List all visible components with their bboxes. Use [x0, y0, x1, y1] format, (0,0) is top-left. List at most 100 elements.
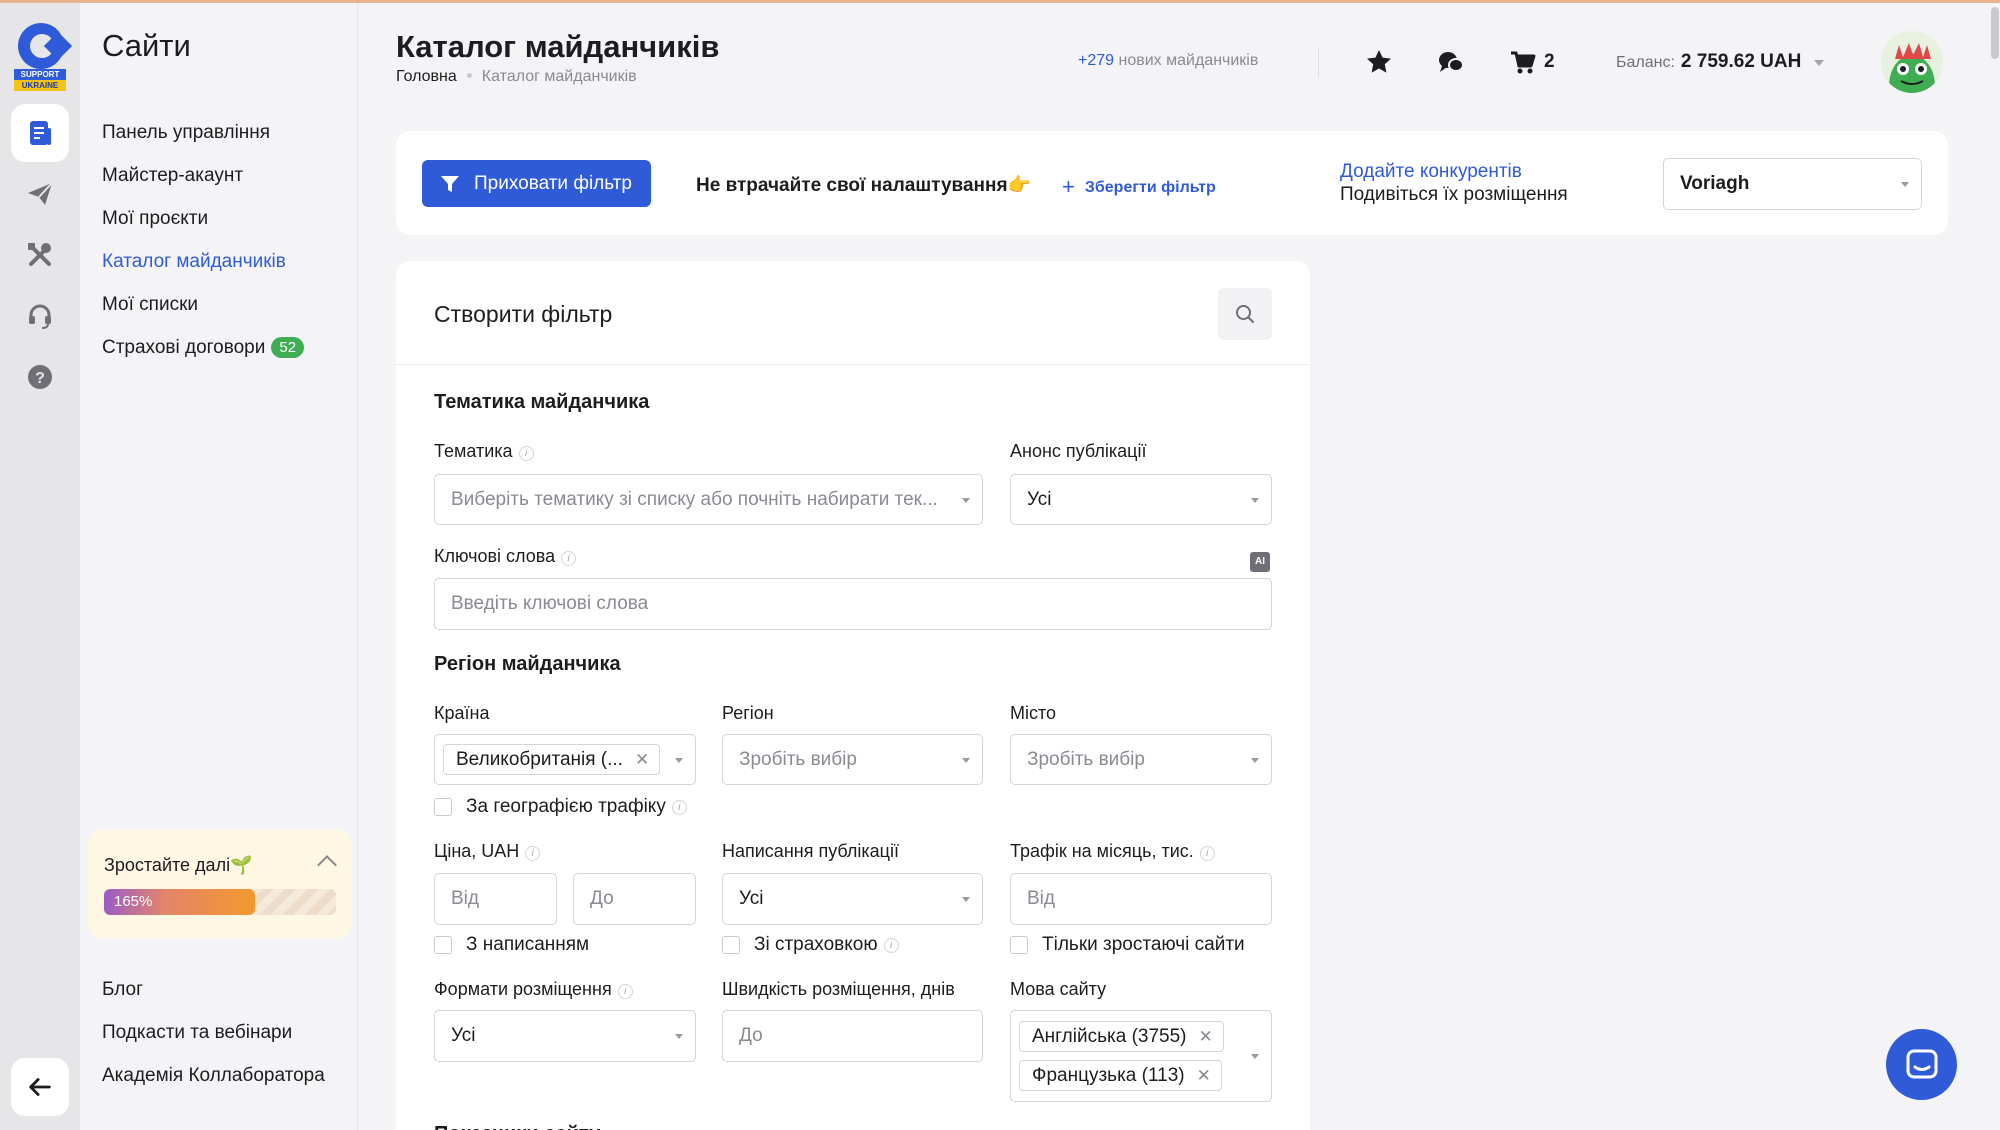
geo-traffic-checkbox[interactable]: За географією трафіку i: [434, 796, 687, 818]
region-select[interactable]: Зробіть вибір: [722, 734, 983, 785]
balance-display[interactable]: Баланс: 2 759.62 UAH: [1616, 51, 1801, 73]
sidebar-item-insurance-contracts[interactable]: Страхові договори 52: [102, 337, 305, 359]
competitors-subtext: Подивіться їх розміщення: [1340, 184, 1568, 205]
topic-label: Тематика i: [434, 441, 534, 462]
info-icon[interactable]: i: [671, 799, 687, 815]
city-select[interactable]: Зробіть вибір: [1010, 734, 1272, 785]
checkbox[interactable]: [722, 936, 740, 954]
growing-sites-checkbox[interactable]: Тільки зростаючі сайти: [1010, 934, 1245, 956]
support-headset-icon[interactable]: [11, 287, 69, 345]
sidebar-item-my-lists[interactable]: Мої списки: [102, 294, 198, 316]
formats-select[interactable]: Усі: [434, 1010, 696, 1062]
save-filter-button[interactable]: + Зберегти фільтр: [1062, 174, 1216, 200]
page-title: Каталог майданчиків: [396, 29, 720, 64]
topic-select[interactable]: Виберіть тематику зі списку або почніть …: [434, 474, 983, 525]
announce-value: Усі: [1027, 488, 1052, 510]
city-placeholder: Зробіть вибір: [1027, 748, 1145, 770]
filter-toolbar: Приховати фільтр Не втрачайте свої налаш…: [396, 131, 1948, 235]
hide-filter-button[interactable]: Приховати фільтр: [422, 160, 651, 207]
info-icon[interactable]: i: [518, 446, 534, 461]
chevron-down-icon: [1251, 757, 1259, 763]
logo[interactable]: SUPPORT UKRAINE: [14, 23, 66, 93]
send-icon[interactable]: [11, 165, 69, 223]
page-scrollbar[interactable]: [1990, 3, 2000, 1130]
section-topic-heading: Тематика майданчика: [434, 391, 650, 413]
sidebar-item-academy[interactable]: Академія Коллаборатора: [102, 1065, 325, 1087]
search-icon: [1236, 305, 1254, 323]
writing-select[interactable]: Усі: [722, 873, 983, 925]
writing-value: Усі: [739, 888, 764, 909]
sidebar-item-podcasts[interactable]: Подкасти та вебінари: [102, 1022, 292, 1044]
checkbox[interactable]: [1010, 936, 1028, 954]
price-from-input[interactable]: Від: [434, 873, 557, 925]
price-label: Ціна, UAH i: [434, 841, 541, 862]
city-label: Місто: [1010, 703, 1057, 723]
sidebar-item-dashboard[interactable]: Панель управління: [102, 122, 270, 144]
filter-icon: [441, 175, 459, 192]
panel-title: Створити фільтр: [434, 301, 613, 327]
add-competitors-link[interactable]: Додайте конкурентів: [1340, 161, 1522, 183]
info-icon[interactable]: i: [525, 846, 541, 861]
chevron-down-icon: [962, 897, 970, 902]
info-icon[interactable]: i: [617, 984, 633, 999]
avatar[interactable]: [1881, 31, 1943, 93]
ai-assist-icon[interactable]: AI: [1250, 552, 1270, 572]
section-heading-partial: Показники сайту: [434, 1123, 600, 1130]
checkbox[interactable]: [434, 798, 452, 816]
checkbox[interactable]: [434, 936, 452, 954]
star-icon[interactable]: [1364, 47, 1394, 77]
count-badge: 52: [271, 337, 305, 358]
sidebar-item-my-projects[interactable]: Мої проєкти: [102, 208, 208, 230]
traffic-label: Трафік на місяць, тис. i: [1010, 841, 1215, 862]
price-to-input[interactable]: До: [573, 873, 696, 925]
breadcrumb-home[interactable]: Головна: [396, 68, 457, 85]
speed-input[interactable]: До: [722, 1010, 983, 1062]
chat-widget-button[interactable]: [1886, 1029, 1957, 1100]
with-insurance-checkbox[interactable]: Зі страховкою i: [722, 934, 899, 956]
scrollbar-thumb[interactable]: [1991, 7, 1999, 59]
project-select[interactable]: Voriagh: [1663, 158, 1922, 210]
announce-select[interactable]: Усі: [1010, 474, 1272, 525]
tools-icon[interactable]: [11, 226, 69, 284]
icon-rail: SUPPORT UKRAINE ?: [0, 3, 80, 1130]
region-label: Регіон: [722, 703, 774, 723]
chevron-up-icon[interactable]: [317, 855, 337, 875]
chevron-down-icon[interactable]: [1814, 60, 1824, 66]
keywords-label: Ключові слова i: [434, 546, 577, 567]
sidebar-item-site-catalog[interactable]: Каталог майданчиків: [102, 251, 286, 273]
sidebar-title: Сайти: [102, 28, 191, 63]
info-icon[interactable]: i: [883, 937, 899, 953]
keep-settings-text: Не втрачайте свої налаштування👉: [696, 175, 1032, 196]
search-button[interactable]: [1218, 288, 1272, 340]
close-icon[interactable]: ✕: [635, 750, 649, 770]
chevron-down-icon: [675, 1034, 683, 1039]
sidebar-item-master-account[interactable]: Майстер-акаунт: [102, 165, 243, 187]
info-icon[interactable]: i: [561, 551, 577, 566]
language-select[interactable]: Англійська (3755) ✕ Французька (113) ✕: [1010, 1010, 1272, 1102]
help-icon[interactable]: ?: [11, 348, 69, 406]
region-placeholder: Зробіть вибір: [739, 748, 857, 770]
close-icon[interactable]: ✕: [1197, 1066, 1211, 1086]
logo-mark-icon: [18, 23, 64, 69]
traffic-from-input[interactable]: Від: [1010, 873, 1272, 925]
country-label: Країна: [434, 703, 490, 723]
country-select[interactable]: Великобританія (... ✕: [434, 734, 696, 785]
sidebar-item-blog[interactable]: Блог: [102, 979, 143, 1001]
hide-filter-label: Приховати фільтр: [474, 172, 632, 194]
new-sites-link[interactable]: +279 нових майданчиків: [1078, 52, 1258, 70]
close-icon[interactable]: ✕: [1199, 1027, 1213, 1047]
chat-bubbles-icon[interactable]: [1436, 47, 1466, 77]
create-filter-panel: Створити фільтр Тематика майданчика Тема…: [396, 261, 1310, 1130]
info-icon[interactable]: i: [1199, 846, 1215, 861]
sidebar-item-label: Страхові договори: [102, 337, 266, 358]
keywords-input[interactable]: Введіть ключові слова: [434, 578, 1272, 630]
collapse-sidebar-button[interactable]: [11, 1058, 69, 1116]
cart-icon[interactable]: [1508, 47, 1538, 77]
project-select-value: Voriagh: [1680, 173, 1750, 194]
formats-value: Усі: [451, 1025, 476, 1046]
formats-label: Формати розміщення i: [434, 979, 633, 1000]
growth-widget: Зростайте далі🌱 165%: [88, 830, 352, 938]
cart-count[interactable]: 2: [1544, 51, 1555, 73]
sites-icon[interactable]: [11, 104, 69, 162]
with-writing-checkbox[interactable]: З написанням: [434, 934, 589, 956]
